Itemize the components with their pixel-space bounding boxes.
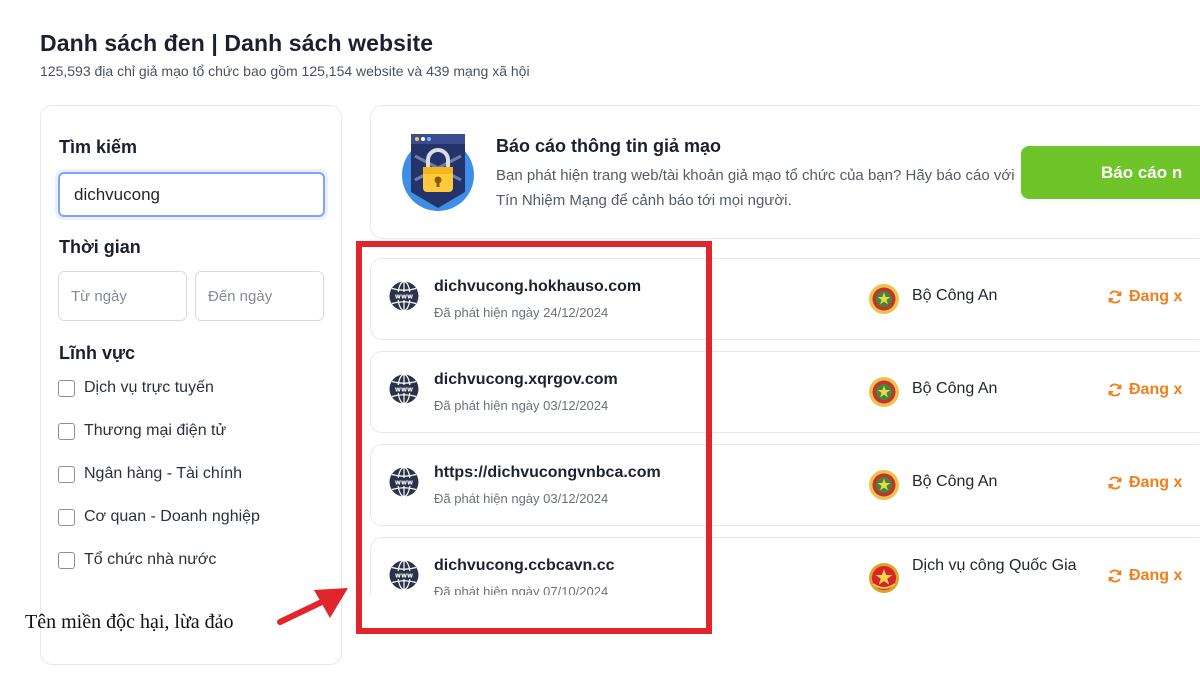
status-badge: Đang x	[1107, 567, 1182, 585]
category-label: Ngân hàng - Tài chính	[84, 465, 243, 482]
globe-www-icon: www	[389, 373, 419, 405]
detected-date: Đã phát hiện ngày 03/12/2024	[434, 398, 609, 413]
result-row[interactable]: www dichvucong.ccbcavn.cc Đã phát hiện n…	[370, 537, 1200, 595]
organization-name: Bộ Công An	[912, 287, 998, 304]
filter-sidebar: Tìm kiếm Thời gian Lĩnh vực Dịch vụ trực…	[40, 105, 342, 665]
organization-name: Bộ Công An	[912, 380, 998, 397]
annotation-caption: Tên miền độc hại, lừa đảo	[25, 611, 234, 633]
status-badge: Đang x	[1107, 474, 1182, 492]
category-checkbox[interactable]	[58, 465, 75, 483]
category-heading: Lĩnh vực	[59, 343, 136, 363]
status-label: Đang x	[1129, 567, 1183, 584]
time-heading: Thời gian	[59, 237, 141, 257]
refresh-icon	[1108, 569, 1122, 583]
svg-text:www: www	[395, 479, 413, 487]
result-row[interactable]: www dichvucong.hokhauso.com Đã phát hiện…	[370, 258, 1200, 340]
refresh-icon	[1108, 476, 1122, 490]
police-emblem-icon	[869, 377, 899, 407]
detected-date: Đã phát hiện ngày 24/12/2024	[434, 305, 609, 320]
status-badge: Đang x	[1107, 381, 1182, 399]
svg-text:www: www	[395, 293, 413, 301]
globe-www-icon: www	[389, 559, 419, 591]
category-checkbox[interactable]	[58, 422, 75, 440]
report-title: Báo cáo thông tin giả mạo	[496, 136, 722, 156]
status-badge: Đang x	[1107, 288, 1182, 306]
status-label: Đang x	[1129, 288, 1183, 305]
category-online-services[interactable]: Dịch vụ trực tuyến	[58, 377, 214, 399]
detected-date: Đã phát hiện ngày 03/12/2024	[434, 491, 609, 506]
organization-name: Dịch vụ công Quốc Gia	[912, 557, 1077, 574]
status-label: Đang x	[1129, 474, 1183, 491]
category-state-organization[interactable]: Tổ chức nhà nước	[58, 549, 216, 571]
result-row[interactable]: www https://dichvucongvnbca.com Đã phát …	[370, 444, 1200, 526]
svg-text:www: www	[395, 572, 413, 580]
arrow-icon	[277, 588, 348, 625]
svg-text:www: www	[395, 386, 413, 394]
page-subtitle: 125,593 địa chỉ giả mạo tổ chức bao gồm …	[40, 63, 530, 79]
to-date-input[interactable]	[195, 271, 324, 321]
police-emblem-icon	[869, 470, 899, 500]
report-button[interactable]: Báo cáo n	[1021, 146, 1200, 199]
detected-date: Đã phát hiện ngày 07/10/2024	[434, 584, 609, 595]
malicious-domain[interactable]: dichvucong.xqrgov.com	[434, 371, 618, 389]
category-label: Cơ quan - Doanh nghiệp	[84, 508, 260, 525]
lock-shield-icon	[402, 134, 474, 211]
search-heading: Tìm kiếm	[59, 137, 138, 157]
malicious-domain[interactable]: https://dichvucongvnbca.com	[434, 464, 661, 482]
globe-www-icon: www	[389, 466, 419, 498]
police-emblem-icon	[869, 284, 899, 314]
category-label: Dịch vụ trực tuyến	[84, 379, 214, 396]
category-banking-finance[interactable]: Ngân hàng - Tài chính	[58, 463, 242, 485]
organization-name: Bộ Công An	[912, 473, 998, 490]
refresh-icon	[1108, 290, 1122, 304]
globe-www-icon: www	[389, 280, 419, 312]
search-input[interactable]	[58, 172, 325, 217]
category-checkbox[interactable]	[58, 379, 75, 397]
page-title: Danh sách đen | Danh sách website	[40, 30, 434, 56]
report-description: Bạn phát hiện trang web/tài khoản giả mạ…	[496, 167, 1015, 209]
category-label: Thương mại điện tử	[84, 422, 227, 439]
category-checkbox[interactable]	[58, 551, 75, 569]
national-emblem-icon	[869, 563, 899, 593]
refresh-icon	[1108, 383, 1122, 397]
malicious-domain[interactable]: dichvucong.hokhauso.com	[434, 278, 641, 296]
status-label: Đang x	[1129, 381, 1183, 398]
category-agency-business[interactable]: Cơ quan - Doanh nghiệp	[58, 506, 260, 528]
category-label: Tổ chức nhà nước	[84, 551, 217, 568]
result-row[interactable]: www dichvucong.xqrgov.com Đã phát hiện n…	[370, 351, 1200, 433]
malicious-domain[interactable]: dichvucong.ccbcavn.cc	[434, 557, 615, 575]
from-date-input[interactable]	[58, 271, 187, 321]
category-checkbox[interactable]	[58, 508, 75, 526]
blacklist-results: www dichvucong.hokhauso.com Đã phát hiện…	[370, 258, 1200, 595]
report-banner: Báo cáo thông tin giả mạo Bạn phát hiện …	[370, 105, 1200, 239]
category-ecommerce[interactable]: Thương mại điện tử	[58, 420, 226, 442]
